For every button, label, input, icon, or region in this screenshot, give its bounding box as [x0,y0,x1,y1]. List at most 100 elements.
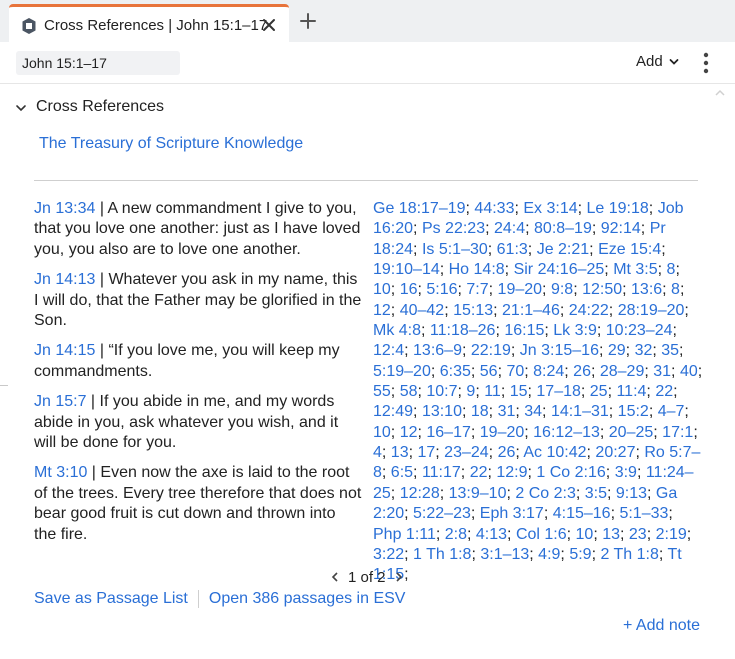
cross-ref-link[interactable]: 13:6 [631,281,662,298]
cross-ref-link[interactable]: Mk 4:8 [373,322,421,339]
cross-ref-link[interactable]: 15:13 [453,302,493,319]
cross-ref-link[interactable]: 16 [400,281,418,298]
cross-ref-link[interactable]: 34 [524,403,542,420]
cross-ref-link[interactable]: 29 [608,342,626,359]
cross-ref-link[interactable]: 28–29 [600,363,645,380]
cross-ref-link[interactable]: 10 [373,281,391,298]
cross-ref-link[interactable]: 58 [400,383,418,400]
cross-ref-link[interactable]: 12:4 [373,342,404,359]
cross-ref-link[interactable]: 2:8 [445,526,467,543]
cross-ref-link[interactable]: 6:5 [391,464,413,481]
chevron-left-icon[interactable] [330,571,340,583]
cross-ref-link[interactable]: Je 2:21 [537,241,589,258]
cross-ref-link[interactable]: 23 [629,526,647,543]
cross-ref-link[interactable]: 5:22–23 [413,505,471,522]
close-icon[interactable] [261,17,277,33]
cross-ref-link[interactable]: 21:1–46 [502,302,560,319]
cross-ref-link[interactable]: 11:17 [422,464,461,481]
cross-ref-link[interactable]: 7:7 [466,281,488,298]
cross-ref-link[interactable]: Eze 15:4 [598,241,661,258]
cross-ref-link[interactable]: 3:9 [615,464,637,481]
cross-ref-link[interactable]: 10 [576,526,594,543]
plus-icon[interactable] [300,13,316,29]
cross-ref-link[interactable]: 16–17 [426,424,471,441]
save-passage-list-link[interactable]: Save as Passage List [34,590,188,608]
cross-ref-link[interactable]: 40–42 [400,302,445,319]
cross-ref-link[interactable]: Ps 22:23 [422,220,485,237]
cross-ref-link[interactable]: 13 [602,526,620,543]
cross-ref-link[interactable]: 25 [590,383,608,400]
cross-ref-link[interactable]: 15:2 [618,403,649,420]
cross-ref-link[interactable]: 70 [506,363,524,380]
cross-ref-link[interactable]: 31 [653,363,671,380]
verse-ref-link[interactable]: Mt 3:10 [34,464,87,481]
cross-ref-link[interactable]: 14:1–31 [551,403,609,420]
cross-ref-link[interactable]: 17–18 [536,383,581,400]
verse-ref-link[interactable]: Jn 14:15 [34,342,95,359]
cross-ref-link[interactable]: 5:16 [426,281,457,298]
add-note-link[interactable]: + Add note [623,617,700,635]
cross-ref-link[interactable]: 12:9 [496,464,527,481]
cross-ref-link[interactable]: 9:8 [551,281,573,298]
cross-ref-link[interactable]: Eph 3:17 [480,505,544,522]
cross-ref-link[interactable]: 10:23–24 [606,322,673,339]
cross-ref-link[interactable]: 24:4 [494,220,525,237]
cross-ref-link[interactable]: 20–25 [609,424,654,441]
cross-ref-link[interactable]: 8:24 [533,363,564,380]
cross-ref-link[interactable]: 13:6–9 [413,342,462,359]
cross-ref-link[interactable]: 13:9–10 [449,485,507,502]
cross-ref-link[interactable]: Ac 10:42 [523,444,586,461]
cross-ref-link[interactable]: 4:15–16 [553,505,611,522]
cross-ref-link[interactable]: 2:19 [656,526,687,543]
cross-ref-link[interactable]: 5:1–33 [619,505,668,522]
cross-ref-link[interactable]: 3:1–13 [480,546,529,563]
cross-ref-link[interactable]: Ho 14:8 [449,261,505,278]
cross-ref-link[interactable]: 44:33 [474,200,514,217]
tab-cross-references[interactable]: Cross References | John 15:1–17 [9,4,289,42]
cross-ref-link[interactable]: 16:15 [504,322,544,339]
cross-ref-link[interactable]: 10 [373,424,391,441]
cross-ref-link[interactable]: 22 [470,464,488,481]
verse-ref-link[interactable]: Jn 14:13 [34,271,95,288]
cross-ref-link[interactable]: 24:22 [569,302,609,319]
cross-ref-link[interactable]: 22:19 [471,342,511,359]
section-header[interactable]: Cross References [14,96,164,118]
cross-ref-link[interactable]: 31 [498,403,516,420]
cross-ref-link[interactable]: 10:7 [426,383,457,400]
cross-ref-link[interactable]: Ge 18:17–19 [373,200,466,217]
scroll-up-icon[interactable] [714,88,726,98]
cross-ref-link[interactable]: 12 [373,302,391,319]
cross-ref-link[interactable]: 20:27 [595,444,635,461]
cross-ref-link[interactable]: 32 [635,342,653,359]
cross-ref-link[interactable]: 40 [680,363,698,380]
cross-ref-link[interactable]: Le 19:18 [587,200,649,217]
reference-input[interactable] [16,51,180,75]
cross-ref-link[interactable]: 35 [661,342,679,359]
cross-ref-link[interactable]: 11:18–26 [430,322,496,339]
cross-ref-link[interactable]: 8 [671,281,680,298]
cross-ref-link[interactable]: 4–7 [658,403,685,420]
open-passages-link[interactable]: Open 386 passages in ESV [209,590,406,608]
cross-ref-link[interactable]: 5:19–20 [373,363,431,380]
cross-ref-link[interactable]: 3:22 [373,546,404,563]
cross-ref-link[interactable]: 28:19–20 [618,302,685,319]
cross-ref-link[interactable]: 23–24 [444,444,489,461]
cross-ref-link[interactable]: Col 1:6 [516,526,567,543]
cross-ref-link[interactable]: 13:10 [422,403,462,420]
cross-ref-link[interactable]: 2 Th 1:8 [600,546,658,563]
cross-ref-link[interactable]: 4 [373,444,382,461]
cross-ref-link[interactable]: 1 Th 1:8 [413,546,471,563]
chevron-right-icon[interactable] [394,571,404,583]
cross-ref-link[interactable]: 6:35 [440,363,471,380]
cross-ref-link[interactable]: 56 [480,363,498,380]
cross-ref-link[interactable]: 11:4 [616,383,646,400]
cross-ref-link[interactable]: 1 Co 2:16 [536,464,605,481]
cross-ref-link[interactable]: Mt 3:5 [613,261,657,278]
cross-ref-link[interactable]: 9 [466,383,475,400]
cross-ref-link[interactable]: 19:10–14 [373,261,440,278]
cross-ref-link[interactable]: 5:9 [569,546,591,563]
cross-ref-link[interactable]: 92:14 [601,220,641,237]
resource-link[interactable]: The Treasury of Scripture Knowledge [39,135,303,153]
verse-ref-link[interactable]: Jn 13:34 [34,200,95,217]
cross-ref-link[interactable]: 55 [373,383,391,400]
